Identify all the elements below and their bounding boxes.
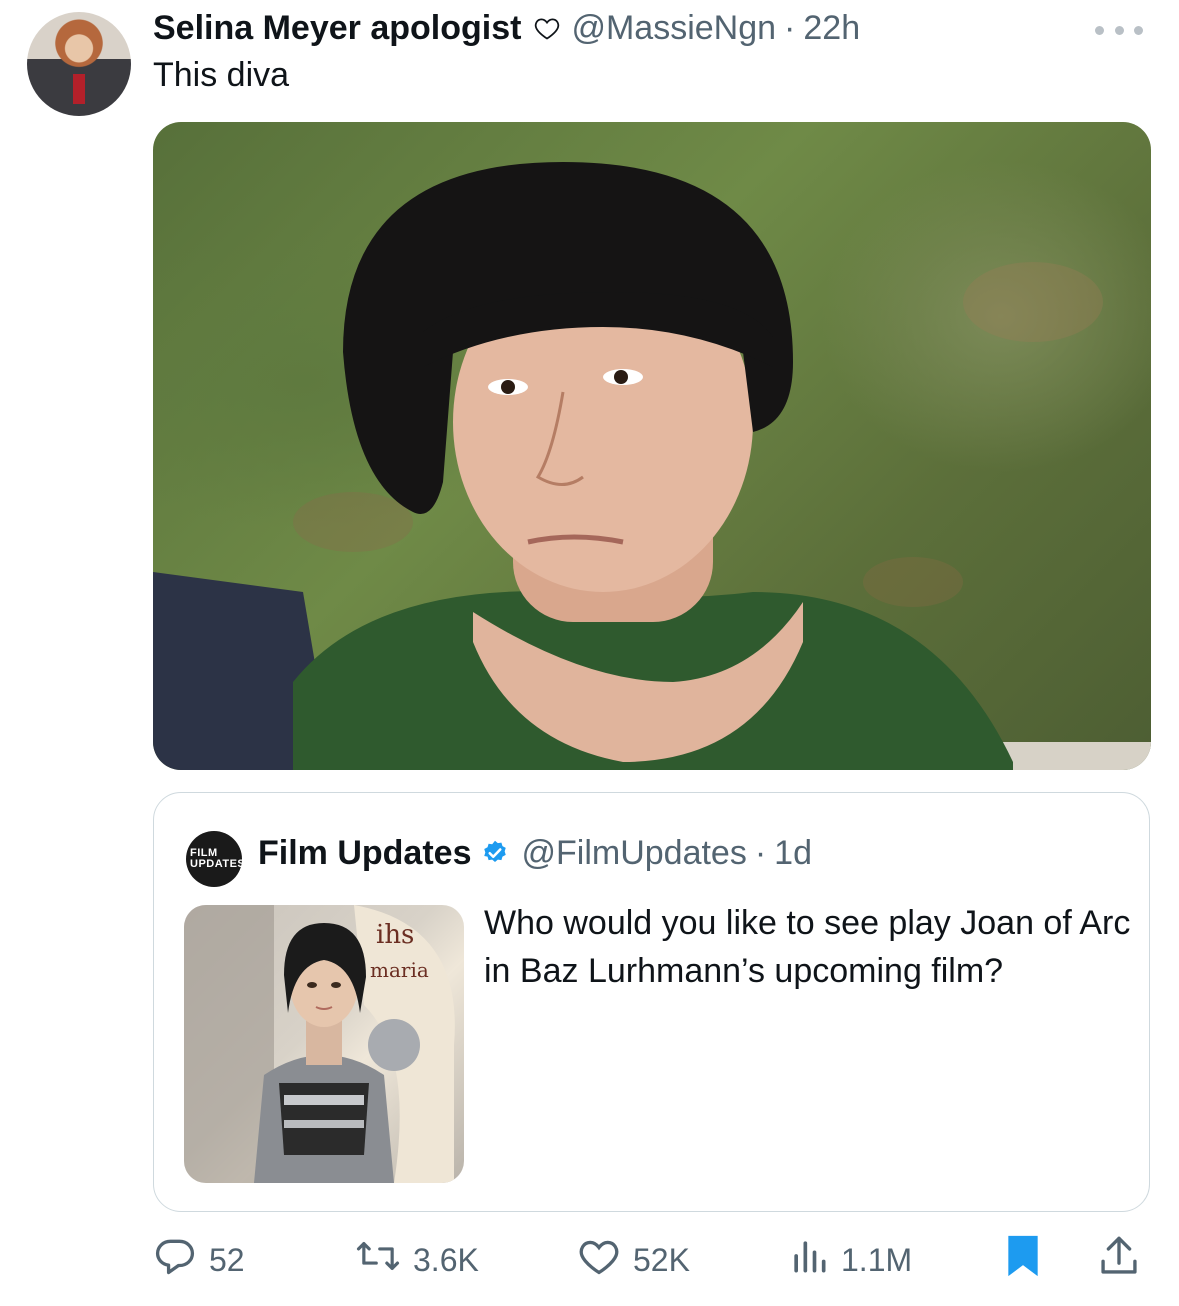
- more-horizontal-icon[interactable]: [1095, 20, 1143, 40]
- quoted-tweet-header: Film Updates @FilmUpdates · 1d: [258, 831, 812, 875]
- portrait-photo: [153, 162, 1151, 770]
- joan-of-arc-painting: ihs maria: [184, 905, 455, 1183]
- separator-dot: ·: [754, 833, 767, 872]
- share-icon: [1097, 1233, 1141, 1287]
- quoted-tweet-timestamp[interactable]: 1d: [774, 834, 812, 873]
- analytics-bar-icon: [789, 1234, 829, 1286]
- views-button[interactable]: 1.1M: [789, 1232, 912, 1288]
- quoted-author-display-name[interactable]: Film Updates: [258, 834, 471, 873]
- reply-count: 52: [209, 1241, 245, 1278]
- heart-icon: [577, 1234, 621, 1286]
- separator-dot: ·: [784, 8, 796, 47]
- verified-badge-icon: [481, 839, 509, 867]
- like-button[interactable]: 52K: [577, 1232, 690, 1288]
- heart-outline-icon: [533, 14, 561, 42]
- author-display-name[interactable]: Selina Meyer apologist: [153, 9, 521, 48]
- quoted-tweet-text: Who would you like to see play Joan of A…: [484, 904, 1131, 990]
- view-count: 1.1M: [841, 1241, 913, 1278]
- like-count: 52K: [633, 1241, 690, 1278]
- svg-text:maria: maria: [370, 958, 429, 982]
- tweet-header: Selina Meyer apologist @MassieNgn · 22h: [153, 8, 860, 48]
- quoted-tweet-image[interactable]: ihs maria: [184, 905, 464, 1183]
- share-button[interactable]: [1097, 1232, 1141, 1288]
- repost-icon: [355, 1234, 401, 1286]
- bookmark-button[interactable]: [1001, 1232, 1045, 1288]
- repost-count: 3.6K: [413, 1241, 479, 1278]
- author-handle[interactable]: @MassieNgn: [571, 9, 776, 48]
- bookmark-filled-icon: [1001, 1232, 1045, 1288]
- quoted-author-handle[interactable]: @FilmUpdates: [521, 834, 746, 873]
- svg-text:ihs: ihs: [376, 920, 414, 950]
- reply-icon: [153, 1234, 197, 1286]
- quoted-tweet-card[interactable]: FILM UPDATES Film Updates @FilmUpdates ·…: [153, 792, 1150, 1212]
- tweet-action-bar: 52 3.6K 52K 1.1M: [153, 1232, 1153, 1288]
- tweet-timestamp[interactable]: 22h: [803, 9, 860, 48]
- reply-button[interactable]: 52: [153, 1232, 245, 1288]
- tweet-text: This diva: [153, 56, 290, 94]
- quoted-author-avatar[interactable]: FILM UPDATES: [186, 831, 245, 887]
- avatar-detail: [73, 74, 85, 104]
- repost-button[interactable]: 3.6K: [355, 1232, 479, 1288]
- tweet-media-image[interactable]: [153, 122, 1151, 770]
- author-avatar[interactable]: [27, 12, 131, 116]
